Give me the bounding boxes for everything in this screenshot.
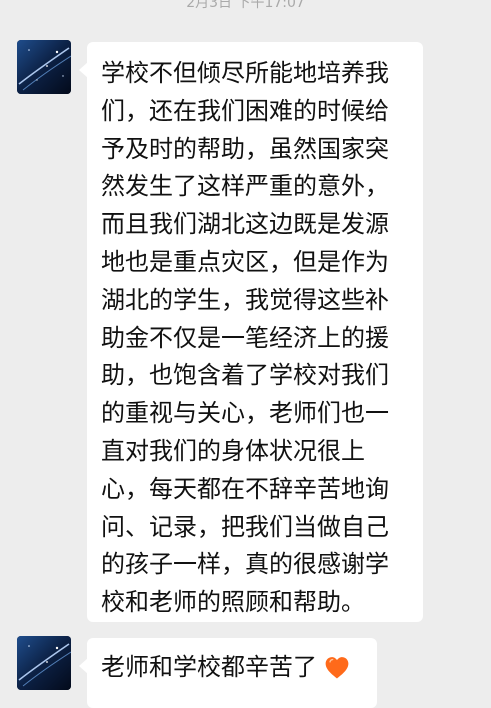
message-text: 学校不但倾尽所能地培养我们，还在我们困难的时候给予及时的帮助，虽然国家突然发生了… xyxy=(101,59,389,617)
message-text: 老师和学校都辛苦了 xyxy=(101,653,317,681)
sender-avatar[interactable] xyxy=(17,40,71,94)
avatar-image xyxy=(17,40,71,94)
message-timestamp: 2月3日 下午17:07 xyxy=(186,0,305,11)
message-bubble[interactable]: 老师和学校都辛苦了 xyxy=(79,638,377,708)
message-bubble[interactable]: 学校不但倾尽所能地培养我们，还在我们困难的时候给予及时的帮助，虽然国家突然发生了… xyxy=(79,42,423,622)
orange-heart-icon xyxy=(325,657,349,679)
avatar-image xyxy=(17,636,71,690)
sender-avatar[interactable] xyxy=(17,636,71,690)
